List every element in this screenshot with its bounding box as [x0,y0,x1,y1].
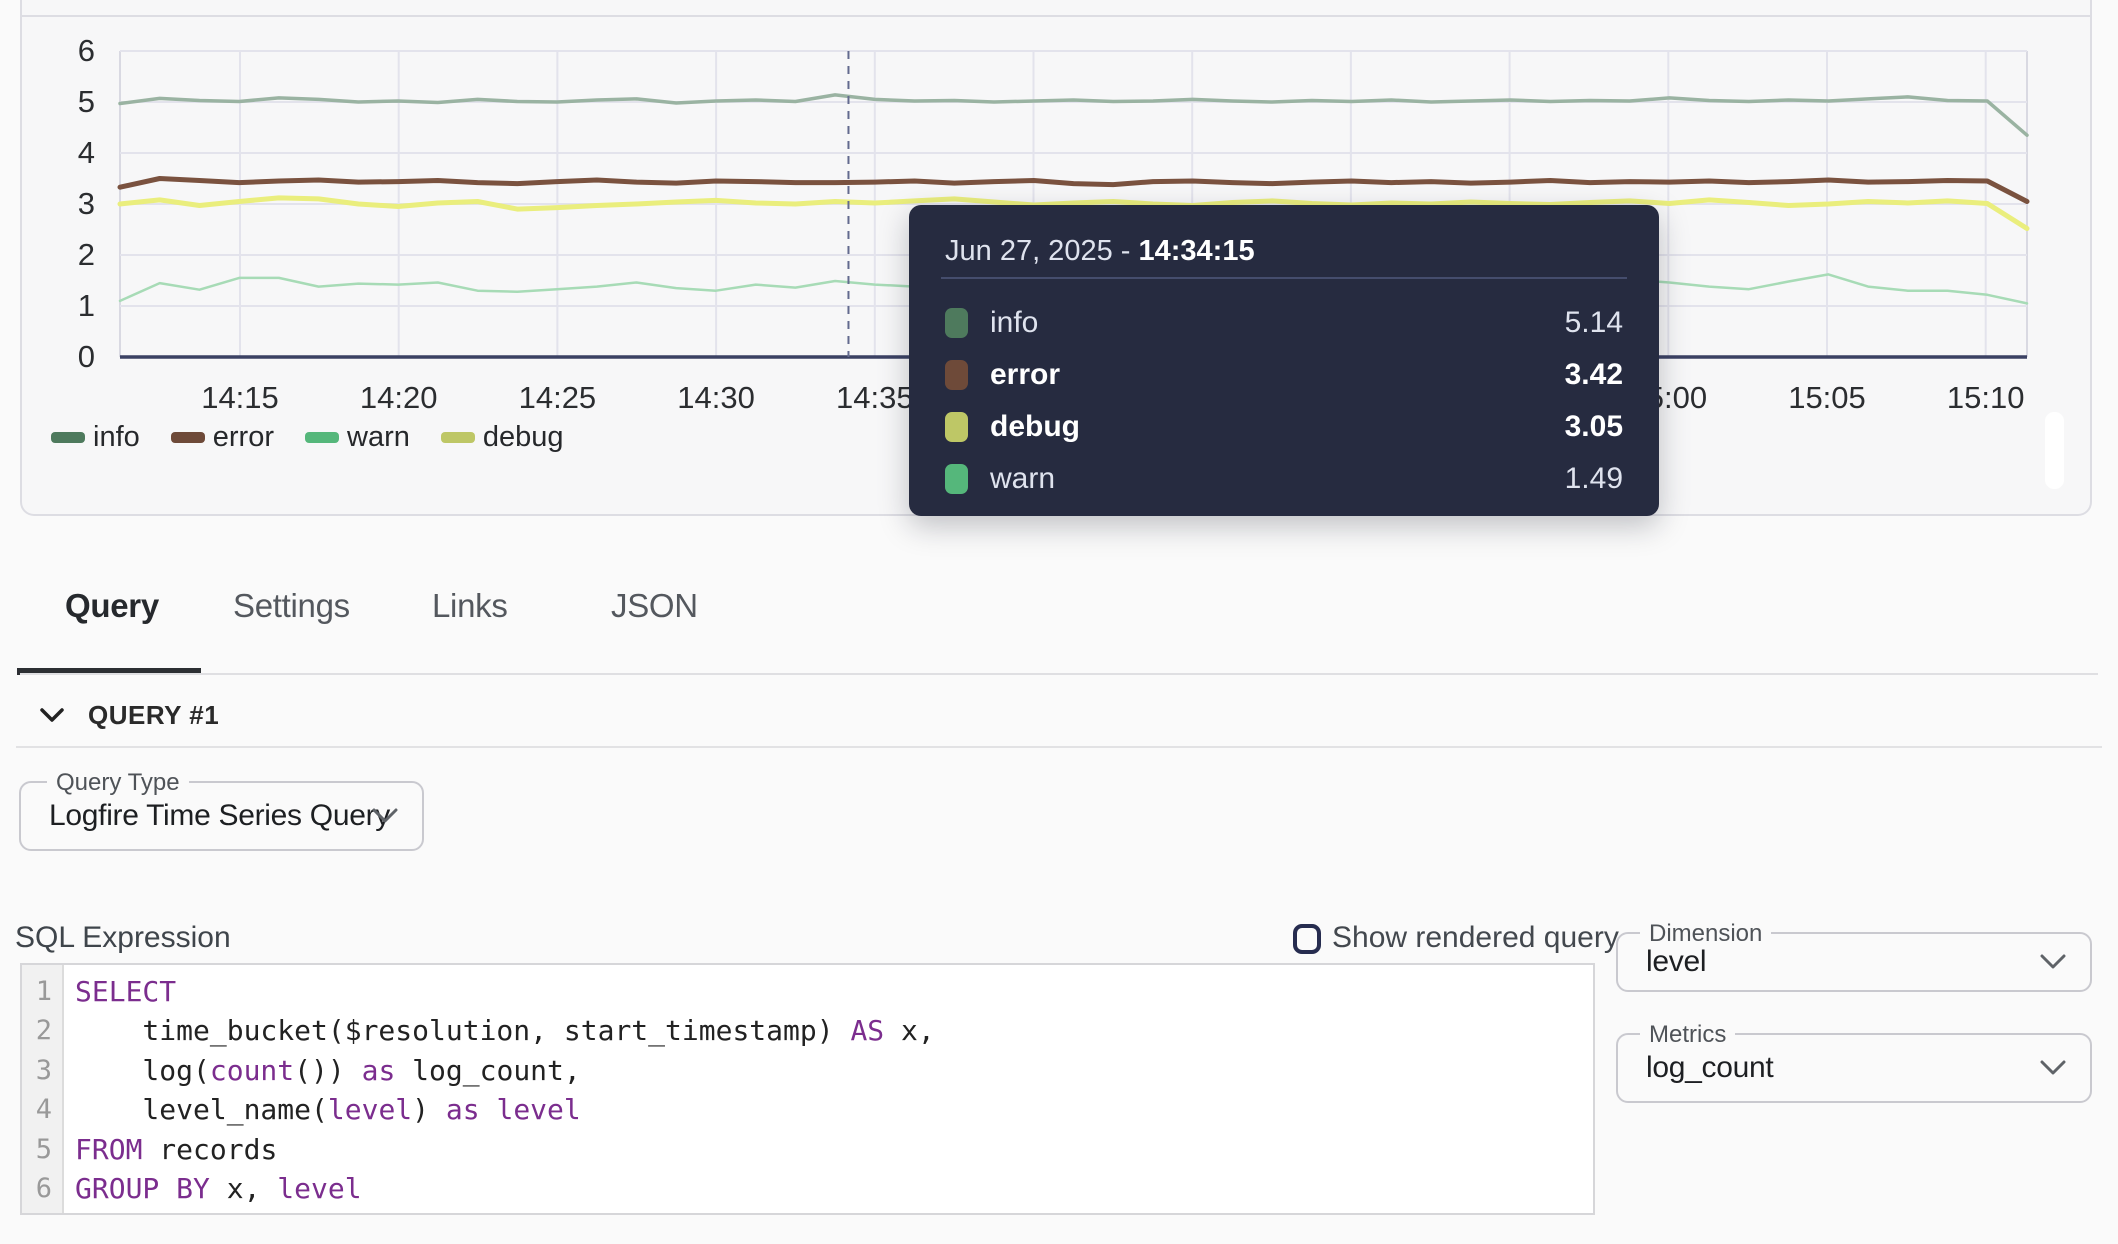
metrics-value: log_count [1646,1051,1773,1085]
code-line: FROM records [75,1130,1593,1169]
y-tick-label: 1 [33,286,95,326]
tooltip-series-label: warn [990,462,1055,496]
tab-settings[interactable]: Settings [233,584,350,628]
show-rendered-query-checkbox[interactable] [1293,924,1321,954]
x-tick-label: 15:05 [1757,379,1897,417]
tooltip-series-label: debug [990,410,1080,444]
tooltip-series-label: error [990,358,1060,392]
code-gutter: 123456 [22,965,64,1213]
line-number: 3 [22,1051,62,1090]
y-tick-label: 0 [33,337,95,377]
legend-item-warn[interactable]: warn [305,421,410,454]
y-tick-label: 2 [33,235,95,275]
chevron-down-icon[interactable] [38,702,66,728]
dimension-select[interactable]: Dimension level [1616,932,2092,992]
tab-json[interactable]: JSON [611,584,698,628]
line-number: 5 [22,1130,62,1169]
line-number: 4 [22,1090,62,1129]
y-tick-label: 6 [33,31,95,71]
section-divider [16,746,2102,748]
metrics-label: Metrics [1640,1021,1735,1049]
legend-swatch [305,432,339,443]
code-lines[interactable]: SELECT time_bucket($resolution, start_ti… [64,965,1593,1213]
line-number: 1 [22,972,62,1011]
tooltip-swatch [945,308,968,338]
x-tick-label: 15:10 [1916,379,2056,417]
dimension-value: level [1646,945,1706,979]
tooltip-row-info: info 5.14 [945,306,1623,340]
tooltip-time: 14:34:15 [1138,235,1254,267]
chart-tooltip: Jun 27, 2025 - 14:34:15 info 5.14 error 3.4… [909,205,1659,516]
tooltip-series-value: 1.49 [1565,462,1623,496]
legend-item-debug[interactable]: debug [441,421,564,454]
x-tick-label: 14:25 [487,379,627,417]
legend-label: error [213,421,274,454]
query-type-value: Logfire Time Series Query [49,799,390,833]
line-number: 6 [22,1169,62,1208]
query-type-select[interactable]: Query Type Logfire Time Series Query [19,781,424,851]
tooltip-series-label: info [990,306,1038,340]
metrics-select[interactable]: Metrics log_count [1616,1033,2092,1103]
code-line: GROUP BY x, level [75,1169,1593,1208]
legend-label: warn [347,421,410,454]
panel-header-divider [21,15,2091,17]
sql-code-editor[interactable]: 123456 SELECT time_bucket($resolution, s… [20,963,1595,1215]
tooltip-series-value: 3.05 [1565,410,1623,444]
y-tick-label: 3 [33,184,95,224]
legend-swatch [441,432,475,443]
query-section-title: QUERY #1 [88,700,219,731]
scrollbar-thumb[interactable] [2045,412,2064,489]
y-tick-label: 4 [33,133,95,173]
tooltip-divider [941,277,1627,279]
tooltip-swatch [945,464,968,494]
chevron-down-icon [2040,954,2066,970]
code-line: time_bucket($resolution, start_timestamp… [75,1011,1593,1050]
tooltip-row-error: error 3.42 [945,358,1623,392]
x-tick-label: 14:20 [329,379,469,417]
query-type-label: Query Type [47,769,189,797]
code-line: SELECT [75,972,1593,1011]
legend-item-info[interactable]: info [51,421,140,454]
tooltip-series-value: 3.42 [1565,358,1623,392]
legend-label: info [93,421,140,454]
tooltip-row-warn: warn 1.49 [945,462,1623,496]
show-rendered-query-label[interactable]: Show rendered query [1332,921,1619,955]
tab-query[interactable]: Query [65,584,159,628]
x-tick-label: 14:15 [170,379,310,417]
dimension-label: Dimension [1640,920,1771,948]
tooltip-row-debug: debug 3.05 [945,410,1623,444]
chevron-down-icon [2040,1060,2066,1076]
legend-label: debug [483,421,564,454]
tabbar-border [20,673,2098,675]
tooltip-swatch [945,360,968,390]
line-number: 2 [22,1011,62,1050]
chevron-down-icon [372,808,398,824]
legend-swatch [171,432,205,443]
sql-expression-label: SQL Expression [15,921,231,955]
tooltip-swatch [945,412,968,442]
legend-swatch [51,432,85,443]
code-line: level_name(level) as level [75,1090,1593,1129]
tooltip-series-value: 5.14 [1565,306,1623,340]
tooltip-date: Jun 27, 2025 - [945,235,1138,267]
chart-legend: info error warn debug [51,421,564,453]
legend-item-error[interactable]: error [171,421,274,454]
y-tick-label: 5 [33,82,95,122]
tooltip-timestamp: Jun 27, 2025 - 14:34:15 [945,235,1255,268]
tab-links[interactable]: Links [432,584,508,628]
x-tick-label: 14:30 [646,379,786,417]
code-line: log(count()) as log_count, [75,1051,1593,1090]
